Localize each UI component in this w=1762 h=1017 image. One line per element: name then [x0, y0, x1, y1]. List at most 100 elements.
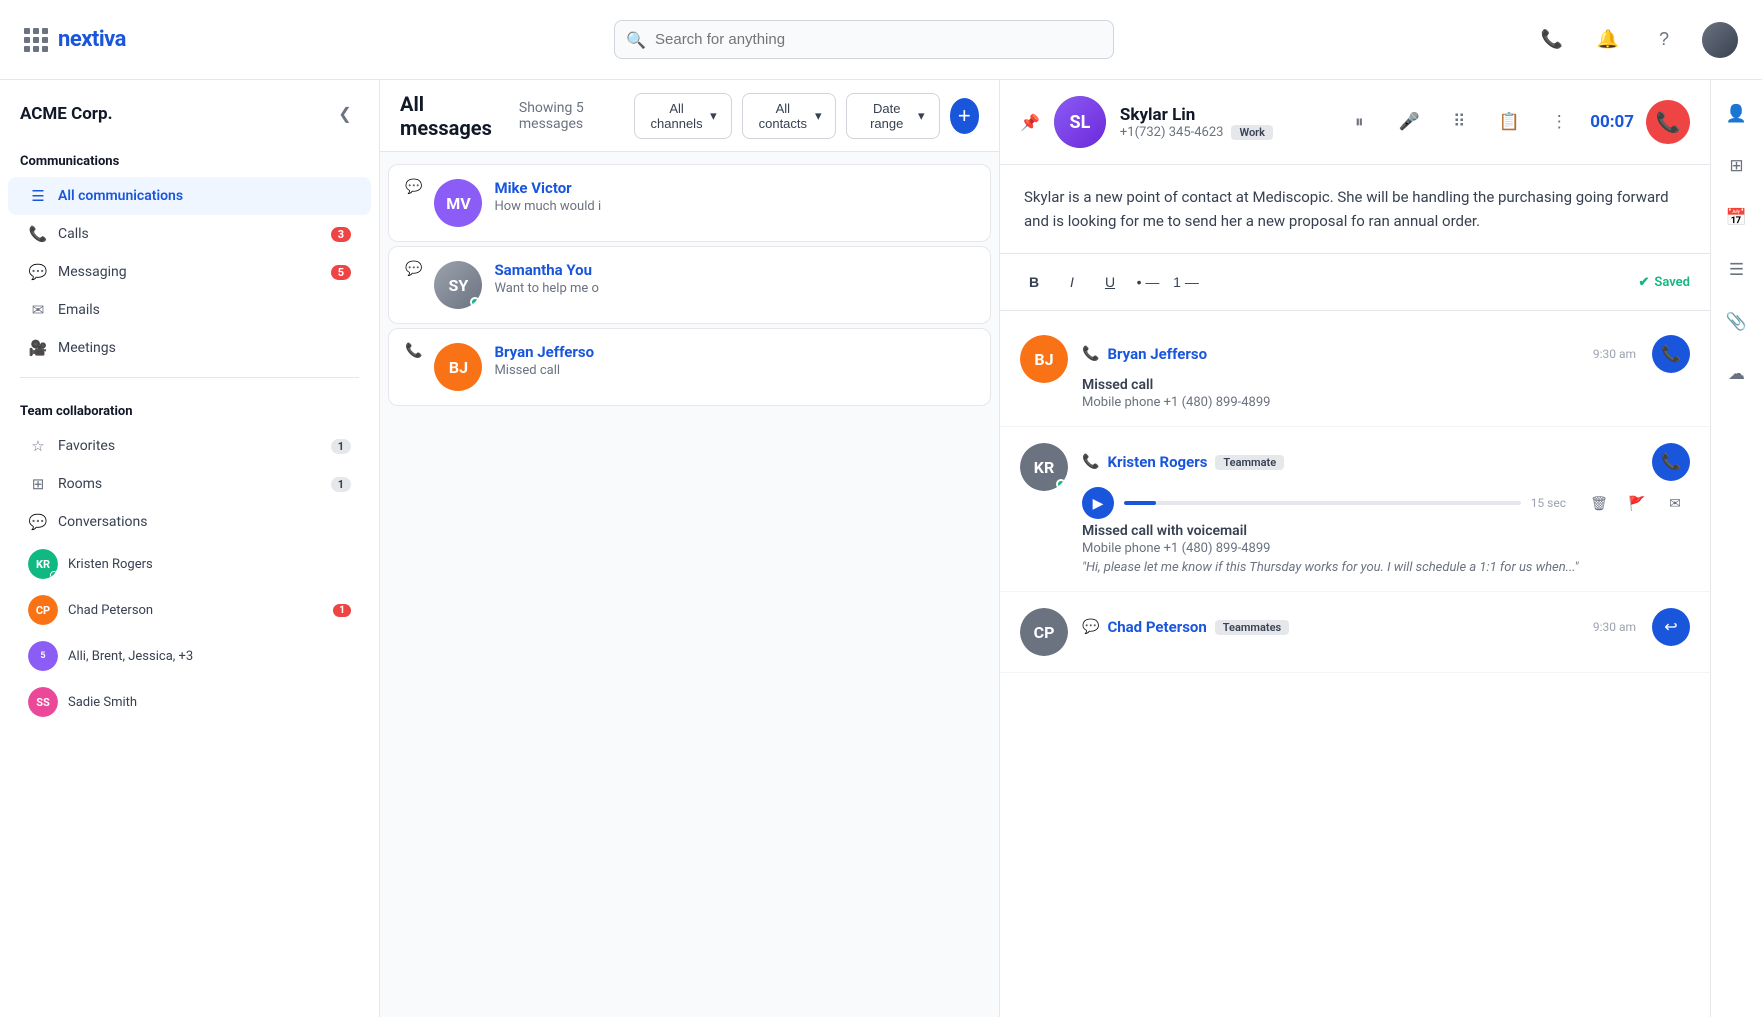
search-input[interactable]	[614, 20, 1114, 59]
phone-number: Mobile phone +1 (480) 899-4899	[1082, 395, 1690, 410]
help-icon-button[interactable]: ?	[1646, 22, 1682, 58]
conv-name: Kristen Rogers	[68, 557, 351, 572]
pause-button[interactable]: ⏸	[1340, 103, 1378, 141]
logo-text: nextiva	[58, 27, 126, 52]
conv-name: Chad Peterson	[68, 603, 323, 618]
cloud-icon-button[interactable]: ☁	[1719, 356, 1755, 392]
missed-call-label: Missed call with voicemail	[1082, 523, 1690, 539]
bold-button[interactable]: B	[1020, 268, 1048, 296]
caller-phone: +1(732) 345-4623	[1120, 125, 1224, 140]
sidebar-header: ACME Corp. ❮	[0, 80, 379, 138]
call-back-button[interactable]: 📞	[1652, 443, 1690, 481]
numbered-list-button[interactable]: 1 —	[1172, 268, 1200, 296]
online-dot	[470, 297, 480, 307]
msg-time: 9:30 am	[1593, 347, 1636, 361]
collapse-button[interactable]: ❮	[331, 100, 359, 128]
favorites-badge: 1	[331, 439, 351, 454]
italic-button[interactable]: I	[1058, 268, 1086, 296]
sidebar-item-label: Favorites	[58, 438, 331, 454]
sidebar-item-emails[interactable]: ✉ Emails	[8, 291, 371, 329]
message-item-bryan[interactable]: 📞 BJ Bryan Jefferso Missed call	[388, 328, 991, 406]
chat-avatar-bryan: BJ	[1020, 335, 1068, 383]
meetings-icon: 🎥	[28, 338, 48, 358]
voicemail-quote: "Hi, please let me know if this Thursday…	[1082, 560, 1690, 575]
note-button[interactable]: 📋	[1490, 103, 1528, 141]
msg-sender-name: Bryan Jefferso	[1107, 345, 1207, 363]
sidebar-item-all-communications[interactable]: ☰ All communications	[8, 177, 371, 215]
sidebar-item-messaging[interactable]: 💬 Messaging 5	[8, 253, 371, 291]
end-call-button[interactable]: 📞	[1646, 100, 1690, 144]
conv-item-chad[interactable]: CP Chad Peterson 1	[8, 587, 371, 633]
saved-checkmark: ✔	[1639, 275, 1650, 290]
chat-icon: 💬	[1082, 619, 1099, 635]
call-back-button[interactable]: 📞	[1652, 335, 1690, 373]
msg-sender-name: Samantha You	[494, 261, 974, 279]
sidebar-item-meetings[interactable]: 🎥 Meetings	[8, 329, 371, 367]
chevron-icon: ▾	[710, 108, 717, 124]
conv-item-kristen[interactable]: KR Kristen Rogers	[8, 541, 371, 587]
list-icon-button[interactable]: ☰	[1719, 252, 1755, 288]
chat-icon: 💬	[405, 179, 422, 195]
missed-call-text: Missed call	[1082, 377, 1153, 393]
date-range-filter[interactable]: Date range ▾	[846, 93, 939, 139]
message-item-samantha[interactable]: 💬 SY Samantha You Want to help me o	[388, 246, 991, 324]
contact-icon-button[interactable]: 👤	[1719, 96, 1755, 132]
avatar-samantha: SY	[434, 261, 482, 309]
main-layout: ACME Corp. ❮ Communications ☰ All commun…	[0, 80, 1762, 1017]
sidebar-item-conversations[interactable]: 💬 Conversations	[8, 503, 371, 541]
delete-voicemail-button[interactable]: 🗑	[1584, 488, 1614, 518]
progress-bar	[1124, 501, 1521, 505]
msg-sender-name: Kristen Rogers	[1107, 453, 1207, 471]
right-sidebar: 👤 ⊞ 📅 ☰ 📎 ☁	[1710, 80, 1762, 1017]
online-dot	[1056, 479, 1066, 489]
sidebar-item-favorites[interactable]: ☆ Favorites 1	[8, 427, 371, 465]
top-nav: nextiva 🔍 📞 🔔 ?	[0, 0, 1762, 80]
middle-panel: All messages Showing 5 messages All chan…	[380, 80, 1000, 1017]
conv-avatar-sadie: SS	[28, 687, 58, 717]
flag-voicemail-button[interactable]: 🚩	[1622, 488, 1652, 518]
teammates-badge: Teammates	[1215, 620, 1289, 635]
missed-call-label: Missed call	[1082, 377, 1690, 393]
calls-badge: 3	[331, 227, 351, 242]
voicemail-actions: 🗑 🚩 ✉	[1584, 488, 1690, 518]
archive-voicemail-button[interactable]: ✉	[1660, 488, 1690, 518]
msg-sender-name: Chad Peterson	[1107, 618, 1206, 636]
messaging-icon: 💬	[28, 262, 48, 282]
sidebar-item-calls[interactable]: 📞 Calls 3	[8, 215, 371, 253]
calendar-icon-button[interactable]: 📅	[1719, 200, 1755, 236]
play-button[interactable]: ▶	[1082, 487, 1114, 519]
grid-icon[interactable]	[24, 28, 48, 52]
keypad-button[interactable]: ⠿	[1440, 103, 1478, 141]
showing-text: Showing 5 messages	[519, 100, 634, 132]
reply-button[interactable]: ↩	[1652, 608, 1690, 646]
sidebar-item-rooms[interactable]: ⊞ Rooms 1	[8, 465, 371, 503]
conv-item-sadie[interactable]: SS Sadie Smith	[8, 679, 371, 725]
bell-icon-button[interactable]: 🔔	[1590, 22, 1626, 58]
sidebar-item-label: Emails	[58, 302, 351, 318]
chat-avatar-kristen: KR	[1020, 443, 1068, 491]
conv-item-group[interactable]: 5 Alli, Brent, Jessica, +3	[8, 633, 371, 679]
phone-icon-button[interactable]: 📞	[1534, 22, 1570, 58]
chat-msg-kristen: KR 📞 Kristen Rogers Teammate 📞 ▶	[1000, 427, 1710, 592]
user-avatar[interactable]	[1702, 22, 1738, 58]
msg-content: Samantha You Want to help me o	[494, 261, 974, 296]
chat-msg-header: 📞 Kristen Rogers Teammate 📞	[1082, 443, 1690, 481]
chevron-icon: ▾	[815, 108, 822, 124]
mute-button[interactable]: 🎤	[1390, 103, 1428, 141]
avatar-bryan: BJ	[434, 343, 482, 391]
message-list: 💬 MV Mike Victor How much would i 💬 SY	[380, 152, 999, 1017]
more-button[interactable]: ⋮	[1540, 103, 1578, 141]
paperclip-icon-button[interactable]: 📎	[1719, 304, 1755, 340]
nav-actions: 📞 🔔 ?	[1534, 22, 1738, 58]
all-channels-filter[interactable]: All channels ▾	[634, 93, 732, 139]
add-message-button[interactable]: +	[950, 98, 980, 134]
search-bar: 🔍	[614, 20, 1114, 59]
all-contacts-filter[interactable]: All contacts ▾	[742, 93, 837, 139]
msg-content: Bryan Jefferso Missed call	[494, 343, 974, 378]
date-range-label: Date range	[861, 101, 911, 131]
pin-icon[interactable]: 📌	[1020, 113, 1040, 132]
underline-button[interactable]: U	[1096, 268, 1124, 296]
bullet-list-button[interactable]: • —	[1134, 268, 1162, 296]
grid-icon-button[interactable]: ⊞	[1719, 148, 1755, 184]
message-item-mike-victor[interactable]: 💬 MV Mike Victor How much would i	[388, 164, 991, 242]
